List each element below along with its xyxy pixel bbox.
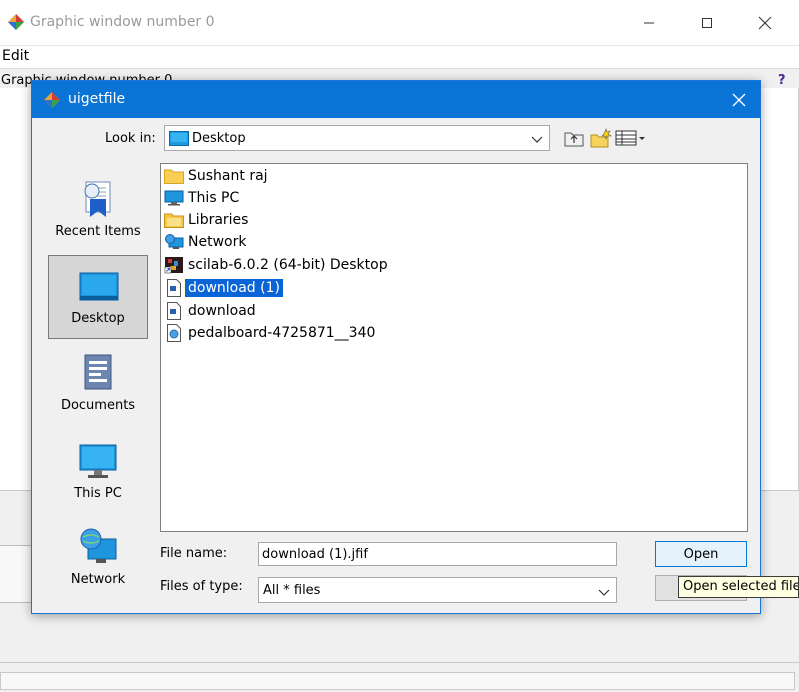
- files-of-type-value: All * files: [263, 583, 321, 598]
- place-network[interactable]: Network: [48, 517, 148, 601]
- look-in-value: Desktop: [192, 131, 246, 146]
- scilab-logo-icon: [8, 14, 24, 30]
- file-icon: [163, 279, 185, 297]
- list-item[interactable]: Network: [163, 232, 249, 252]
- menu-bar: Edit: [0, 46, 799, 68]
- new-folder-icon: [590, 128, 612, 148]
- list-item[interactable]: scilab-6.0.2 (64-bit) Desktop: [163, 255, 391, 275]
- close-icon: [758, 16, 772, 30]
- file-name: Sushant raj: [188, 168, 268, 184]
- folder-icon: [163, 167, 185, 185]
- look-in-select[interactable]: Desktop: [164, 125, 550, 151]
- list-item[interactable]: Libraries: [163, 210, 251, 230]
- file-name-label: File name:: [160, 546, 228, 561]
- place-recent-items[interactable]: Recent Items: [48, 169, 148, 253]
- desktop-icon: [79, 266, 119, 306]
- file-chooser-dialog: uigetfile Look in: Desktop Recent Items …: [31, 80, 761, 614]
- file-name: scilab-6.0.2 (64-bit) Desktop: [188, 257, 388, 273]
- libraries-icon: [163, 211, 185, 229]
- view-menu-button[interactable]: [615, 128, 647, 148]
- this-pc-icon: [78, 441, 118, 481]
- maximize-button[interactable]: [684, 6, 730, 40]
- look-in-label: Look in:: [105, 131, 156, 146]
- chevron-down-icon: [531, 134, 543, 144]
- list-item[interactable]: download: [163, 301, 259, 321]
- recent-items-icon: [78, 179, 118, 219]
- file-name-input[interactable]: [258, 542, 617, 566]
- minimize-button[interactable]: [626, 6, 672, 40]
- file-name: download (1): [184, 278, 284, 298]
- network-icon: [78, 527, 118, 567]
- graphic-window-title: Graphic window number 0: [30, 14, 215, 30]
- close-window-button[interactable]: [742, 6, 788, 40]
- scilab-logo-icon: [44, 92, 60, 108]
- place-label: Documents: [60, 398, 136, 413]
- file-icon: [163, 302, 185, 320]
- shortcut-icon: [163, 256, 185, 274]
- close-icon: [732, 93, 746, 107]
- dialog-titlebar: uigetfile: [32, 81, 760, 118]
- documents-icon: [78, 353, 118, 393]
- file-name: This PC: [188, 190, 240, 206]
- image-file-icon: [163, 324, 185, 342]
- open-button-tooltip: Open selected file: [678, 576, 799, 598]
- up-one-level-button[interactable]: [563, 128, 585, 148]
- open-button[interactable]: Open: [655, 541, 747, 567]
- place-label: This PC: [74, 486, 122, 501]
- desktop-icon: [169, 131, 189, 146]
- files-of-type-label: Files of type:: [160, 579, 243, 594]
- minimize-icon: [644, 22, 654, 24]
- list-item[interactable]: download (1): [163, 278, 284, 298]
- dialog-close-button[interactable]: [722, 85, 756, 115]
- up-folder-icon: [564, 132, 584, 147]
- menu-edit[interactable]: Edit: [2, 48, 29, 64]
- details-view-icon: [615, 130, 645, 146]
- file-name: download: [188, 303, 256, 319]
- file-name: pedalboard-4725871__340: [188, 325, 376, 341]
- place-label: Desktop: [71, 311, 125, 326]
- files-of-type-select[interactable]: All * files: [258, 577, 617, 603]
- place-label: Recent Items: [55, 224, 141, 239]
- help-button[interactable]: ?: [778, 73, 786, 88]
- this-pc-icon: [163, 189, 185, 207]
- network-icon: [163, 233, 185, 251]
- list-item[interactable]: Sushant raj: [163, 166, 271, 186]
- list-item[interactable]: This PC: [163, 188, 242, 208]
- place-desktop[interactable]: Desktop: [48, 255, 148, 339]
- places-bar: Recent Items Desktop Documents This PC N…: [44, 163, 150, 603]
- new-folder-button[interactable]: [590, 128, 612, 148]
- file-name: Libraries: [188, 212, 249, 228]
- graphic-status-bar: [0, 672, 795, 690]
- list-item[interactable]: pedalboard-4725871__340: [163, 323, 378, 343]
- place-documents[interactable]: Documents: [48, 343, 148, 427]
- place-this-pc[interactable]: This PC: [48, 431, 148, 515]
- maximize-icon: [702, 18, 712, 28]
- place-label: Network: [70, 572, 126, 587]
- chevron-down-icon: [598, 587, 610, 597]
- graphic-window-titlebar: Graphic window number 0: [0, 0, 799, 46]
- file-list[interactable]: Sushant raj This PC Libraries Network sc…: [160, 163, 748, 532]
- file-name: Network: [188, 234, 247, 250]
- dialog-title: uigetfile: [68, 91, 126, 107]
